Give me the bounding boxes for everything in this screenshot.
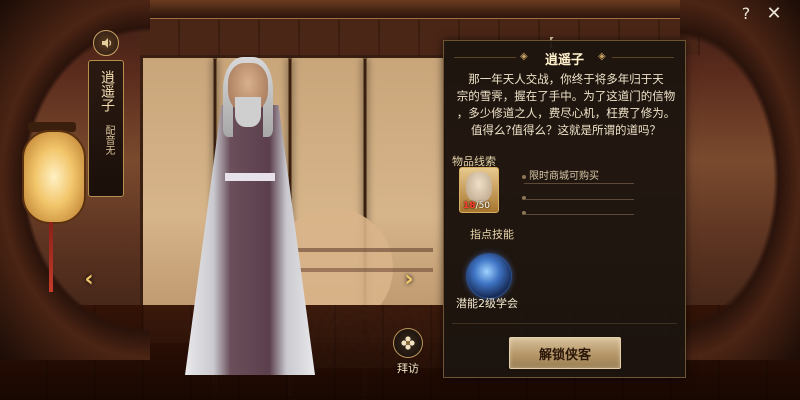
chevron-right-icon: › bbox=[404, 266, 414, 292]
lantern bbox=[22, 130, 86, 224]
visit-button[interactable]: 拜访 bbox=[390, 328, 426, 376]
clue-count: 18/50 bbox=[463, 201, 490, 211]
character-figure bbox=[175, 55, 325, 375]
speaker-icon bbox=[102, 38, 112, 48]
bio-line: ，多少修道之人，费尽心机，枉费了修为。 bbox=[456, 106, 676, 120]
character-bio: 那一年天人交战，你终于将多年归于天 宗的雪霁，握在了手中。为了这道门的信物 ，多… bbox=[456, 71, 676, 139]
clue-have-count: 18 bbox=[463, 201, 476, 211]
next-character-button[interactable]: › bbox=[400, 266, 418, 292]
panel-divider bbox=[452, 323, 677, 324]
visit-label: 拜访 bbox=[397, 362, 419, 375]
bio-line: 宗的雪霁，握在了手中。为了这道门的信物 bbox=[456, 89, 676, 103]
skill-orb-icon[interactable] bbox=[466, 253, 512, 299]
clue-item-slot[interactable]: 18/50 bbox=[459, 167, 499, 213]
source-divider bbox=[524, 214, 634, 215]
skill-unlock-requirement: 潜能2级学会 bbox=[456, 297, 518, 310]
voice-button[interactable] bbox=[93, 30, 119, 56]
prev-character-button[interactable]: ‹ bbox=[80, 266, 98, 292]
clue-need-count: /50 bbox=[475, 201, 491, 211]
voice-actor-label: 配音无 bbox=[103, 125, 114, 155]
character-portrait-icon bbox=[466, 172, 492, 202]
chevron-left-icon: ‹ bbox=[84, 266, 94, 292]
panel-title: 逍遥子 bbox=[544, 53, 584, 68]
character-name: 逍遥子 bbox=[99, 70, 115, 112]
lantern-tassel bbox=[49, 222, 53, 292]
right-arch-decor bbox=[680, 0, 800, 360]
bio-line: 值得么?值得么？这就是所谓的道吗？ bbox=[470, 123, 662, 137]
bio-line: 那一年天人交战，你终于将多年归于天 bbox=[468, 72, 664, 86]
flower-icon bbox=[401, 336, 415, 350]
close-icon[interactable]: ✕ bbox=[764, 4, 784, 24]
bullet-icon bbox=[522, 175, 526, 179]
game-scene: 逍遥子 配音无 ‹ › 拜访 ? ✕ 【 ◈ bbox=[0, 0, 800, 400]
visit-icon-circle bbox=[393, 328, 423, 358]
source-divider bbox=[524, 199, 634, 200]
help-icon[interactable]: ? bbox=[736, 4, 756, 24]
unlock-hero-button[interactable]: 解锁侠客 bbox=[509, 337, 621, 369]
skill-section-label: 指点技能 bbox=[470, 228, 514, 241]
source-divider bbox=[524, 183, 634, 184]
character-info-panel: ◈ ◈ 逍遥子 那一年天人交战，你终于将多年归于天 宗的雪霁，握在了手中。为了这… bbox=[443, 40, 686, 378]
clue-source-item[interactable]: 限时商城可购买 bbox=[529, 167, 599, 182]
